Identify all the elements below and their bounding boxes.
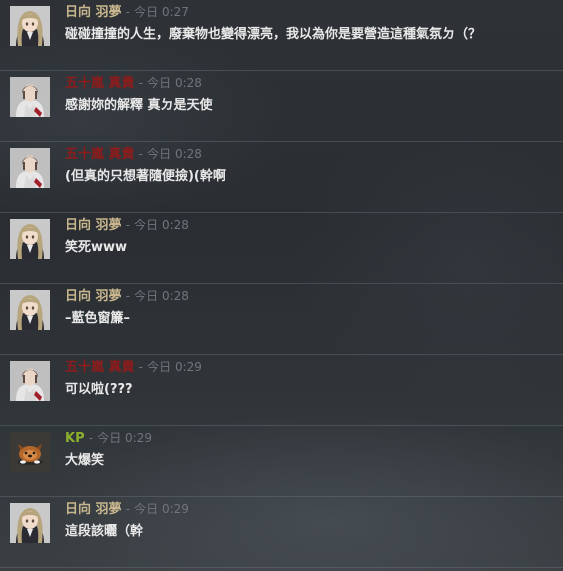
chat-log: 日向 羽夢 - 今日 0:27 碰碰撞撞的人生，廢棄物也變得漂亮，我以為你是要營… xyxy=(0,0,563,571)
message-dash: - xyxy=(138,76,144,90)
chat-message: 五十嵐 真貴 - 今日 0:29 可以啦(??? xyxy=(0,355,563,425)
message-text: 大爆笑 xyxy=(65,453,105,468)
chat-message: KP - 今日 0:29 大爆笑 xyxy=(0,426,563,496)
message-text: 笑死www xyxy=(65,240,128,255)
chat-message: 日向 羽夢 - 今日 0:29 這段該曬（幹 xyxy=(0,497,563,567)
chat-message: 五十嵐 真貴 - 今日 0:28 (但真的只想著隨便撿)(幹啊 xyxy=(0,142,563,212)
message-header: 日向 羽夢 - 今日 0:29 xyxy=(65,499,189,519)
chat-message: 日向 羽夢 - 今日 0:28 –藍色窗簾– xyxy=(0,284,563,354)
message-dash: - xyxy=(88,431,94,445)
dog-avatar[interactable] xyxy=(10,432,50,472)
boy-avatar[interactable] xyxy=(10,77,50,117)
chat-message: 五十嵐 真貴 - 今日 0:28 感謝妳的解釋 真ㄉ是天使 xyxy=(0,71,563,141)
boy-avatar[interactable] xyxy=(10,361,50,401)
author-name[interactable]: 五十嵐 真貴 xyxy=(65,147,135,162)
girl-avatar[interactable] xyxy=(10,503,50,543)
message-dash: - xyxy=(125,5,131,19)
boy-avatar[interactable] xyxy=(10,148,50,188)
message-dash: - xyxy=(125,289,131,303)
message-text: (但真的只想著隨便撿)(幹啊 xyxy=(65,169,226,184)
message-header: 日向 羽夢 - 今日 0:28 xyxy=(65,215,189,235)
message-text: 可以啦(??? xyxy=(65,382,133,397)
message-header: KP - 今日 0:29 xyxy=(65,428,152,448)
message-timestamp: 今日 0:29 xyxy=(147,360,202,374)
message-timestamp: 今日 0:28 xyxy=(134,289,189,303)
message-header: 日向 羽夢 - 今日 0:28 xyxy=(65,286,189,306)
author-name[interactable]: 五十嵐 真貴 xyxy=(65,360,135,375)
author-name[interactable]: 日向 羽夢 xyxy=(65,218,122,233)
author-name[interactable]: 日向 羽夢 xyxy=(65,502,122,517)
message-timestamp: 今日 0:28 xyxy=(147,147,202,161)
author-name[interactable]: KP xyxy=(65,431,85,446)
message-text: 這段該曬（幹 xyxy=(65,524,144,539)
message-text: –藍色窗簾– xyxy=(65,311,131,326)
message-timestamp: 今日 0:29 xyxy=(97,431,152,445)
message-divider xyxy=(0,567,563,568)
message-timestamp: 今日 0:28 xyxy=(134,218,189,232)
girl-avatar[interactable] xyxy=(10,290,50,330)
author-name[interactable]: 五十嵐 真貴 xyxy=(65,76,135,91)
chat-message: 日向 羽夢 - 今日 0:28 笑死www xyxy=(0,213,563,283)
chat-message: 日向 羽夢 - 今日 0:27 碰碰撞撞的人生，廢棄物也變得漂亮，我以為你是要營… xyxy=(0,0,563,70)
author-name[interactable]: 日向 羽夢 xyxy=(65,289,122,304)
message-dash: - xyxy=(125,502,131,516)
message-header: 五十嵐 真貴 - 今日 0:28 xyxy=(65,73,202,93)
message-text: 感謝妳的解釋 真ㄉ是天使 xyxy=(65,98,213,113)
girl-avatar[interactable] xyxy=(10,6,50,46)
message-dash: - xyxy=(125,218,131,232)
message-dash: - xyxy=(138,360,144,374)
message-header: 日向 羽夢 - 今日 0:27 xyxy=(65,2,189,22)
girl-avatar[interactable] xyxy=(10,219,50,259)
message-timestamp: 今日 0:29 xyxy=(134,502,189,516)
message-timestamp: 今日 0:28 xyxy=(147,76,202,90)
message-header: 五十嵐 真貴 - 今日 0:28 xyxy=(65,144,202,164)
message-header: 五十嵐 真貴 - 今日 0:29 xyxy=(65,357,202,377)
author-name[interactable]: 日向 羽夢 xyxy=(65,5,122,20)
message-dash: - xyxy=(138,147,144,161)
message-timestamp: 今日 0:27 xyxy=(134,5,189,19)
message-text: 碰碰撞撞的人生，廢棄物也變得漂亮，我以為你是要營造這種氣氛ㄉ（？ xyxy=(65,27,482,42)
